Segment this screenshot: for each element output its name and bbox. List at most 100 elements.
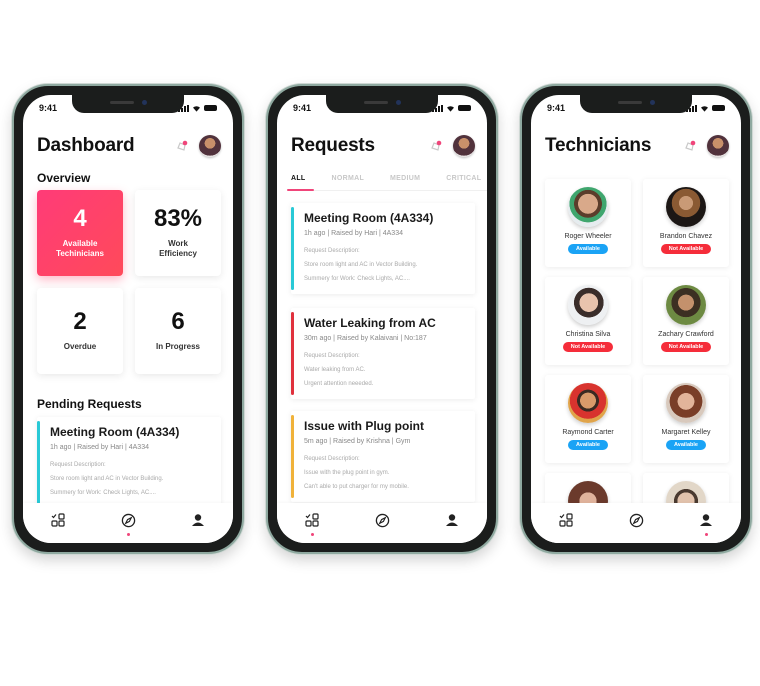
nav-tasks[interactable]: [554, 510, 578, 530]
technician-card[interactable]: Raymond Carter Available: [545, 375, 631, 463]
notch: [72, 95, 184, 113]
stat-available-technicians[interactable]: 4 Available Techinicians: [37, 190, 123, 276]
priority-bar: [291, 312, 294, 395]
profile-icon: [192, 514, 204, 526]
description-line: Store room light and AC in Vector Buildi…: [50, 476, 164, 482]
battery-icon: [712, 105, 725, 111]
stat-label: Work Efficiency: [159, 239, 197, 258]
active-indicator: [310, 533, 314, 536]
status-time: 9:41: [293, 103, 312, 113]
request-title: Water Leaking from AC: [304, 316, 436, 330]
explore-icon: [629, 513, 643, 527]
stat-label: Overdue: [63, 342, 97, 351]
technician-card[interactable]: Brandon Chavez Not Available: [643, 179, 729, 267]
page-title: Technicians: [545, 135, 652, 156]
avatar[interactable]: [453, 135, 475, 157]
pending-request-card[interactable]: Meeting Room (4A334) 1h ago | Raised by …: [37, 417, 221, 508]
description-line: Can't able to put charger for my mobile.: [304, 484, 409, 490]
technician-photo: [568, 285, 608, 325]
request-description: Request Description: Store room light an…: [304, 244, 465, 286]
header: Technicians: [545, 135, 729, 157]
technician-card[interactable]: Zachary Crawford Not Available: [643, 277, 729, 365]
tab-normal[interactable]: NORMAL: [332, 175, 365, 182]
request-description: Request Description: Issue with the plug…: [304, 452, 465, 494]
technicians-screen: 9:41 Technicians Roger Wheeler Available: [531, 95, 741, 543]
technician-name: Christina Silva: [565, 331, 611, 338]
request-title: Meeting Room (4A334): [304, 211, 434, 225]
profile-icon: [700, 514, 712, 526]
nav-tasks[interactable]: [46, 510, 70, 530]
stat-value: 4: [73, 205, 87, 232]
stat-overdue[interactable]: 2 Overdue: [37, 288, 123, 374]
description-line: Issue with the plug point in gym.: [304, 470, 390, 476]
request-meta: 5m ago | Raised by Krishna | Gym: [304, 438, 411, 445]
stat-label: Available Techinicians: [56, 239, 104, 258]
technician-name: Zachary Crawford: [658, 331, 714, 338]
technician-name: Brandon Chavez: [659, 233, 713, 240]
request-meta: 1h ago | Raised by Hari | 4A334: [50, 444, 149, 451]
stat-work-efficiency[interactable]: 83% Work Efficiency: [135, 190, 221, 276]
explore-icon: [121, 513, 135, 527]
nav-tasks[interactable]: [300, 510, 324, 536]
technician-photo: [666, 187, 706, 227]
nav-explore[interactable]: [624, 510, 648, 530]
technician-photo: [568, 383, 608, 423]
overview-title: Overview: [37, 171, 91, 185]
stat-value: 2: [73, 308, 87, 335]
status-badge: Not Available: [562, 342, 614, 352]
phone-requests: 9:41 Requests ALL NORMAL MEDIUM CRITICAL…: [266, 84, 498, 554]
technician-card[interactable]: Roger Wheeler Available: [545, 179, 631, 267]
wifi-icon: [447, 105, 454, 112]
header: Requests: [291, 135, 475, 157]
phone-dashboard: 9:41 Dashboard Overview 4 Available Tech…: [12, 84, 244, 554]
tab-critical[interactable]: CRITICAL: [446, 175, 481, 182]
wifi-icon: [193, 105, 200, 112]
description-label: Request Description:: [304, 456, 360, 462]
stat-value: 83%: [153, 205, 203, 232]
description-label: Request Description:: [304, 248, 360, 254]
description-line: Summery for Work: Check Lights, AC....: [50, 490, 156, 496]
notification-bell-icon[interactable]: [683, 139, 697, 153]
nav-profile[interactable]: [694, 510, 718, 536]
tab-medium[interactable]: MEDIUM: [390, 175, 420, 182]
avatar[interactable]: [199, 135, 221, 157]
tasks-icon: [51, 513, 65, 527]
technician-name: Margaret Kelley: [661, 429, 711, 436]
nav-explore[interactable]: [116, 510, 140, 536]
avatar[interactable]: [707, 135, 729, 157]
request-meta: 30m ago | Raised by Kalaivani | No:187: [304, 335, 427, 342]
wifi-icon: [701, 105, 708, 112]
request-card[interactable]: Meeting Room (4A334) 1h ago | Raised by …: [291, 203, 475, 294]
description-line: Summery for Work: Check Lights, AC....: [304, 276, 410, 282]
status-badge: Available: [568, 440, 608, 450]
tasks-icon: [559, 513, 573, 527]
nav-explore[interactable]: [370, 510, 394, 530]
request-card[interactable]: Water Leaking from AC 30m ago | Raised b…: [291, 308, 475, 399]
notification-bell-icon[interactable]: [175, 139, 189, 153]
request-title: Issue with Plug point: [304, 419, 424, 433]
active-indicator: [704, 533, 708, 536]
notification-bell-icon[interactable]: [429, 139, 443, 153]
tab-all[interactable]: ALL: [287, 175, 313, 191]
status-badge: Not Available: [660, 342, 712, 352]
technician-card[interactable]: Margaret Kelley Available: [643, 375, 729, 463]
stat-label: In Progress: [155, 342, 200, 351]
page-title: Requests: [291, 135, 375, 156]
status-time: 9:41: [39, 103, 58, 113]
notch: [326, 95, 438, 113]
header: Dashboard: [37, 135, 221, 157]
description-line: Urgent attention neeeded.: [304, 381, 374, 387]
dashboard-screen: 9:41 Dashboard Overview 4 Available Tech…: [23, 95, 233, 543]
requests-screen: 9:41 Requests ALL NORMAL MEDIUM CRITICAL…: [277, 95, 487, 543]
nav-profile[interactable]: [440, 510, 464, 530]
request-card[interactable]: Issue with Plug point 5m ago | Raised by…: [291, 411, 475, 502]
description-label: Request Description:: [304, 353, 360, 359]
technician-card[interactable]: Christina Silva Not Available: [545, 277, 631, 365]
bottom-nav: [531, 503, 741, 543]
nav-profile[interactable]: [186, 510, 210, 530]
description-line: Store room light and AC in Vector Buildi…: [304, 262, 418, 268]
technician-name: Raymond Carter: [562, 429, 614, 436]
stat-in-progress[interactable]: 6 In Progress: [135, 288, 221, 374]
battery-icon: [458, 105, 471, 111]
description-label: Request Description:: [50, 462, 106, 468]
